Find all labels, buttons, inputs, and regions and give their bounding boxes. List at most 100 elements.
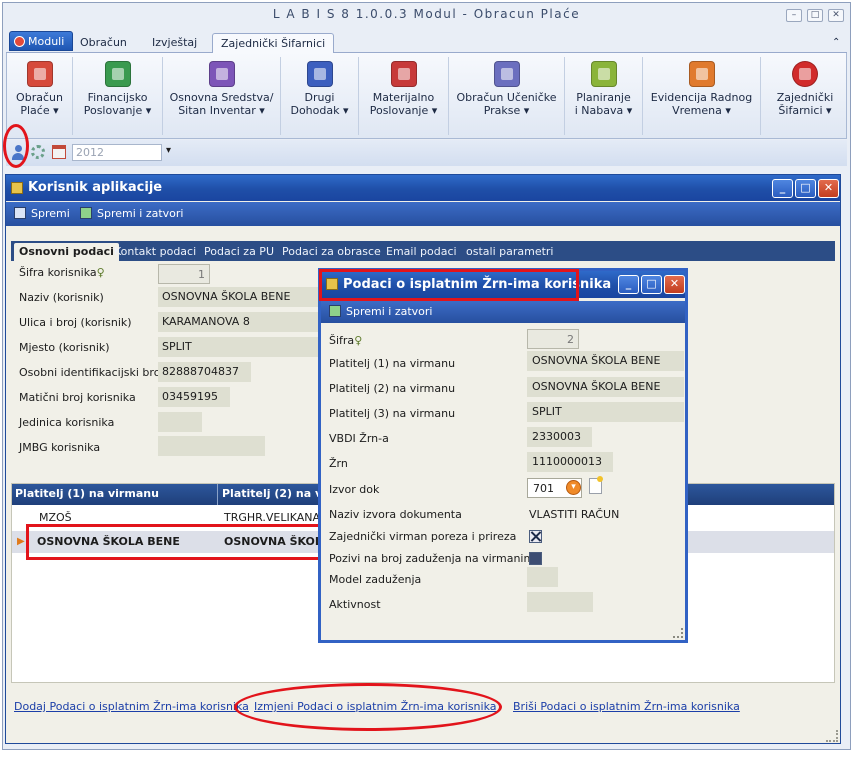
add-zrn-link[interactable]: Dodaj Podaci o isplatnim Žrn-ima korisni… (14, 700, 249, 713)
calendar-icon[interactable] (52, 145, 66, 159)
podaci-maximize-button[interactable]: □ (641, 275, 662, 294)
planning-icon (590, 61, 617, 87)
ribbon: Obračun Plaće ▾ Financijsko Poslovanje ▾… (6, 53, 847, 139)
ulica-field[interactable]: KARAMANOVA 8 (158, 312, 320, 332)
jedinica-field[interactable] (158, 412, 202, 432)
year-input[interactable]: 2012 (72, 144, 162, 161)
tab-ostali-parametri[interactable]: ostali parametri (466, 243, 553, 261)
podaci-minimize-button[interactable]: _ (618, 275, 639, 294)
tab-email-podaci[interactable]: Email podaci (386, 243, 457, 261)
korisnik-close-button[interactable]: ✕ (818, 179, 839, 198)
zajednicki-virman-checkbox[interactable] (529, 530, 542, 543)
p-plat1-label: Platitelj (1) na virmanu (329, 357, 456, 370)
podaci-close-button[interactable]: ✕ (664, 275, 685, 294)
mjesto-field[interactable]: SPLIT (158, 337, 320, 357)
p-zrn-field[interactable]: 1110000013 (527, 452, 613, 472)
sifra-korisnika-field[interactable]: 1 (158, 264, 210, 284)
material-icon (390, 61, 417, 87)
jmbg-field[interactable] (158, 436, 265, 456)
naziv-field[interactable]: OSNOVNA ŠKOLA BENE (158, 287, 320, 307)
korisnik-tabs: Osnovni podaci Kontakt podaci Podaci za … (11, 241, 835, 261)
save-close-button[interactable]: Spremi i zatvori (80, 207, 183, 220)
tab-podaci-za-pu[interactable]: Podaci za PU (204, 243, 274, 261)
ribbon-planiranje-nabava[interactable]: Planiranje i Nabava ▾ (565, 57, 643, 135)
tab-osnovni-podaci[interactable]: Osnovni podaci (14, 243, 119, 261)
ribbon-osnovna-sredstva[interactable]: Osnovna Sredstva/ Sitan Inventar ▾ (163, 57, 281, 135)
tab-podaci-za-obrasce[interactable]: Podaci za obrasce (282, 243, 381, 261)
tab-zajednicki-sifarnici[interactable]: Zajednički Šifarnici (212, 33, 335, 53)
pozivi-na-broj-checkbox[interactable] (529, 552, 542, 565)
resize-grip-icon[interactable] (826, 730, 838, 742)
practice-icon (493, 61, 520, 87)
korisnik-maximize-button[interactable]: □ (795, 179, 816, 198)
tab-obracun[interactable]: Obračun (72, 33, 135, 53)
tab-moduli[interactable]: Moduli (9, 31, 74, 51)
p-aktivnost-field[interactable] (527, 592, 593, 612)
ribbon-zajednicki-sifarnici[interactable]: Zajednički Šifarnici ▾ (761, 57, 849, 135)
p-plat1-field[interactable]: OSNOVNA ŠKOLA BENE (527, 351, 684, 371)
p-sifra-field[interactable]: 2 (527, 329, 579, 349)
grid-row1-c1[interactable]: MZOŠ (39, 511, 72, 524)
app-title: L A B I S 8 1.0.0.3 Modul - Obracun Plać… (272, 7, 581, 21)
dropdown-arrow-icon[interactable]: ▾ (166, 145, 171, 156)
p-sifra-label: Šifra♀ (329, 334, 363, 347)
maticni-broj-field[interactable]: 03459195 (158, 387, 230, 407)
korisnik-title: Korisnik aplikacije (28, 180, 163, 195)
ribbon-tabs: Moduli Obračun Izvještaj Zajednički Šifa… (6, 31, 847, 53)
ulica-label: Ulica i broj (korisnik) (19, 316, 132, 329)
korisnik-minimize-button[interactable]: _ (772, 179, 793, 198)
new-document-icon[interactable] (589, 476, 603, 494)
save-close-icon (80, 207, 92, 219)
p-model-field[interactable] (527, 567, 558, 587)
ribbon-evidencija-radnog-vremena[interactable]: Evidencija Radnog Vremena ▾ (643, 57, 761, 135)
finance-icon (104, 61, 131, 87)
p-plat3-label: Platitelj (3) na virmanu (329, 407, 456, 420)
row-pointer-icon: ▶ (17, 536, 25, 547)
ribbon-drugi-dohodak[interactable]: Drugi Dohodak ▾ (281, 57, 359, 135)
mjesto-label: Mjesto (korisnik) (19, 341, 110, 354)
p-zrn-label: Žrn (329, 457, 348, 470)
p-zajednicki-label: Zajednički virman poreza i prireza (329, 530, 517, 543)
korisnik-title-bar: Korisnik aplikacije _ □ ✕ (6, 175, 840, 201)
ribbon-materijalno-poslovanje[interactable]: Materijalno Poslovanje ▾ (359, 57, 449, 135)
podaci-toolbar: Spremi i zatvori (321, 301, 685, 323)
settings-icon[interactable] (31, 145, 45, 159)
collapse-ribbon-icon[interactable]: ⌃ (824, 33, 848, 53)
save-close-icon (329, 305, 341, 317)
close-button[interactable]: ✕ (828, 9, 844, 22)
p-pozivi-label: Pozivi na broj zaduženja na virmanima (329, 552, 541, 565)
quick-access-bar: 2012 ▾ (6, 140, 847, 166)
ribbon-financijsko-poslovanje[interactable]: Financijsko Poslovanje ▾ (73, 57, 163, 135)
key-icon: ♀ (96, 266, 105, 279)
oib-field[interactable]: 82888704837 (158, 362, 251, 382)
sifra-korisnika-label: Šifra korisnika♀ (19, 266, 105, 279)
save-icon (14, 207, 26, 219)
izvor-dropdown-icon[interactable]: ▾ (566, 480, 581, 495)
maximize-button[interactable]: □ (807, 9, 823, 22)
income-icon (306, 61, 333, 87)
grid-row1-c2[interactable]: TRGHR.VELIKANA 6 (224, 511, 331, 524)
p-aktivnost-label: Aktivnost (329, 598, 381, 611)
tab-izvjestaj[interactable]: Izvještaj (144, 33, 205, 53)
korisnik-toolbar: Spremi Spremi i zatvori (6, 202, 840, 226)
highlight-selected-row (26, 524, 326, 560)
p-plat3-field[interactable]: SPLIT (527, 402, 684, 422)
ribbon-obracun-ucenicke-prakse[interactable]: Obračun Učeničke Prakse ▾ (449, 57, 565, 135)
window-app-icon (11, 182, 23, 194)
grid-header-platitelj1[interactable]: Platitelj (1) na virmanu (15, 487, 159, 500)
p-naziv-izvora-value: VLASTITI RAČUN (529, 508, 620, 521)
minimize-button[interactable]: – (786, 9, 802, 22)
p-plat2-label: Platitelj (2) na virmanu (329, 382, 456, 395)
podaci-window: Podaci o isplatnim Žrn-ima korisnika _ □… (318, 268, 688, 643)
podaci-save-close-button[interactable]: Spremi i zatvori (329, 305, 432, 318)
delete-zrn-link[interactable]: Briši Podaci o isplatnim Žrn-ima korisni… (513, 700, 740, 713)
save-button[interactable]: Spremi (14, 207, 70, 220)
gear-icon (792, 61, 818, 87)
resize-grip-icon[interactable] (673, 628, 683, 638)
p-plat2-field[interactable]: OSNOVNA ŠKOLA BENE (527, 377, 684, 397)
p-vbdi-field[interactable]: 2330003 (527, 427, 592, 447)
highlight-user-icon (3, 124, 29, 168)
tab-kontakt-podaci[interactable]: Kontakt podaci (114, 243, 196, 261)
highlight-podaci-title (319, 269, 579, 301)
naziv-label: Naziv (korisnik) (19, 291, 104, 304)
